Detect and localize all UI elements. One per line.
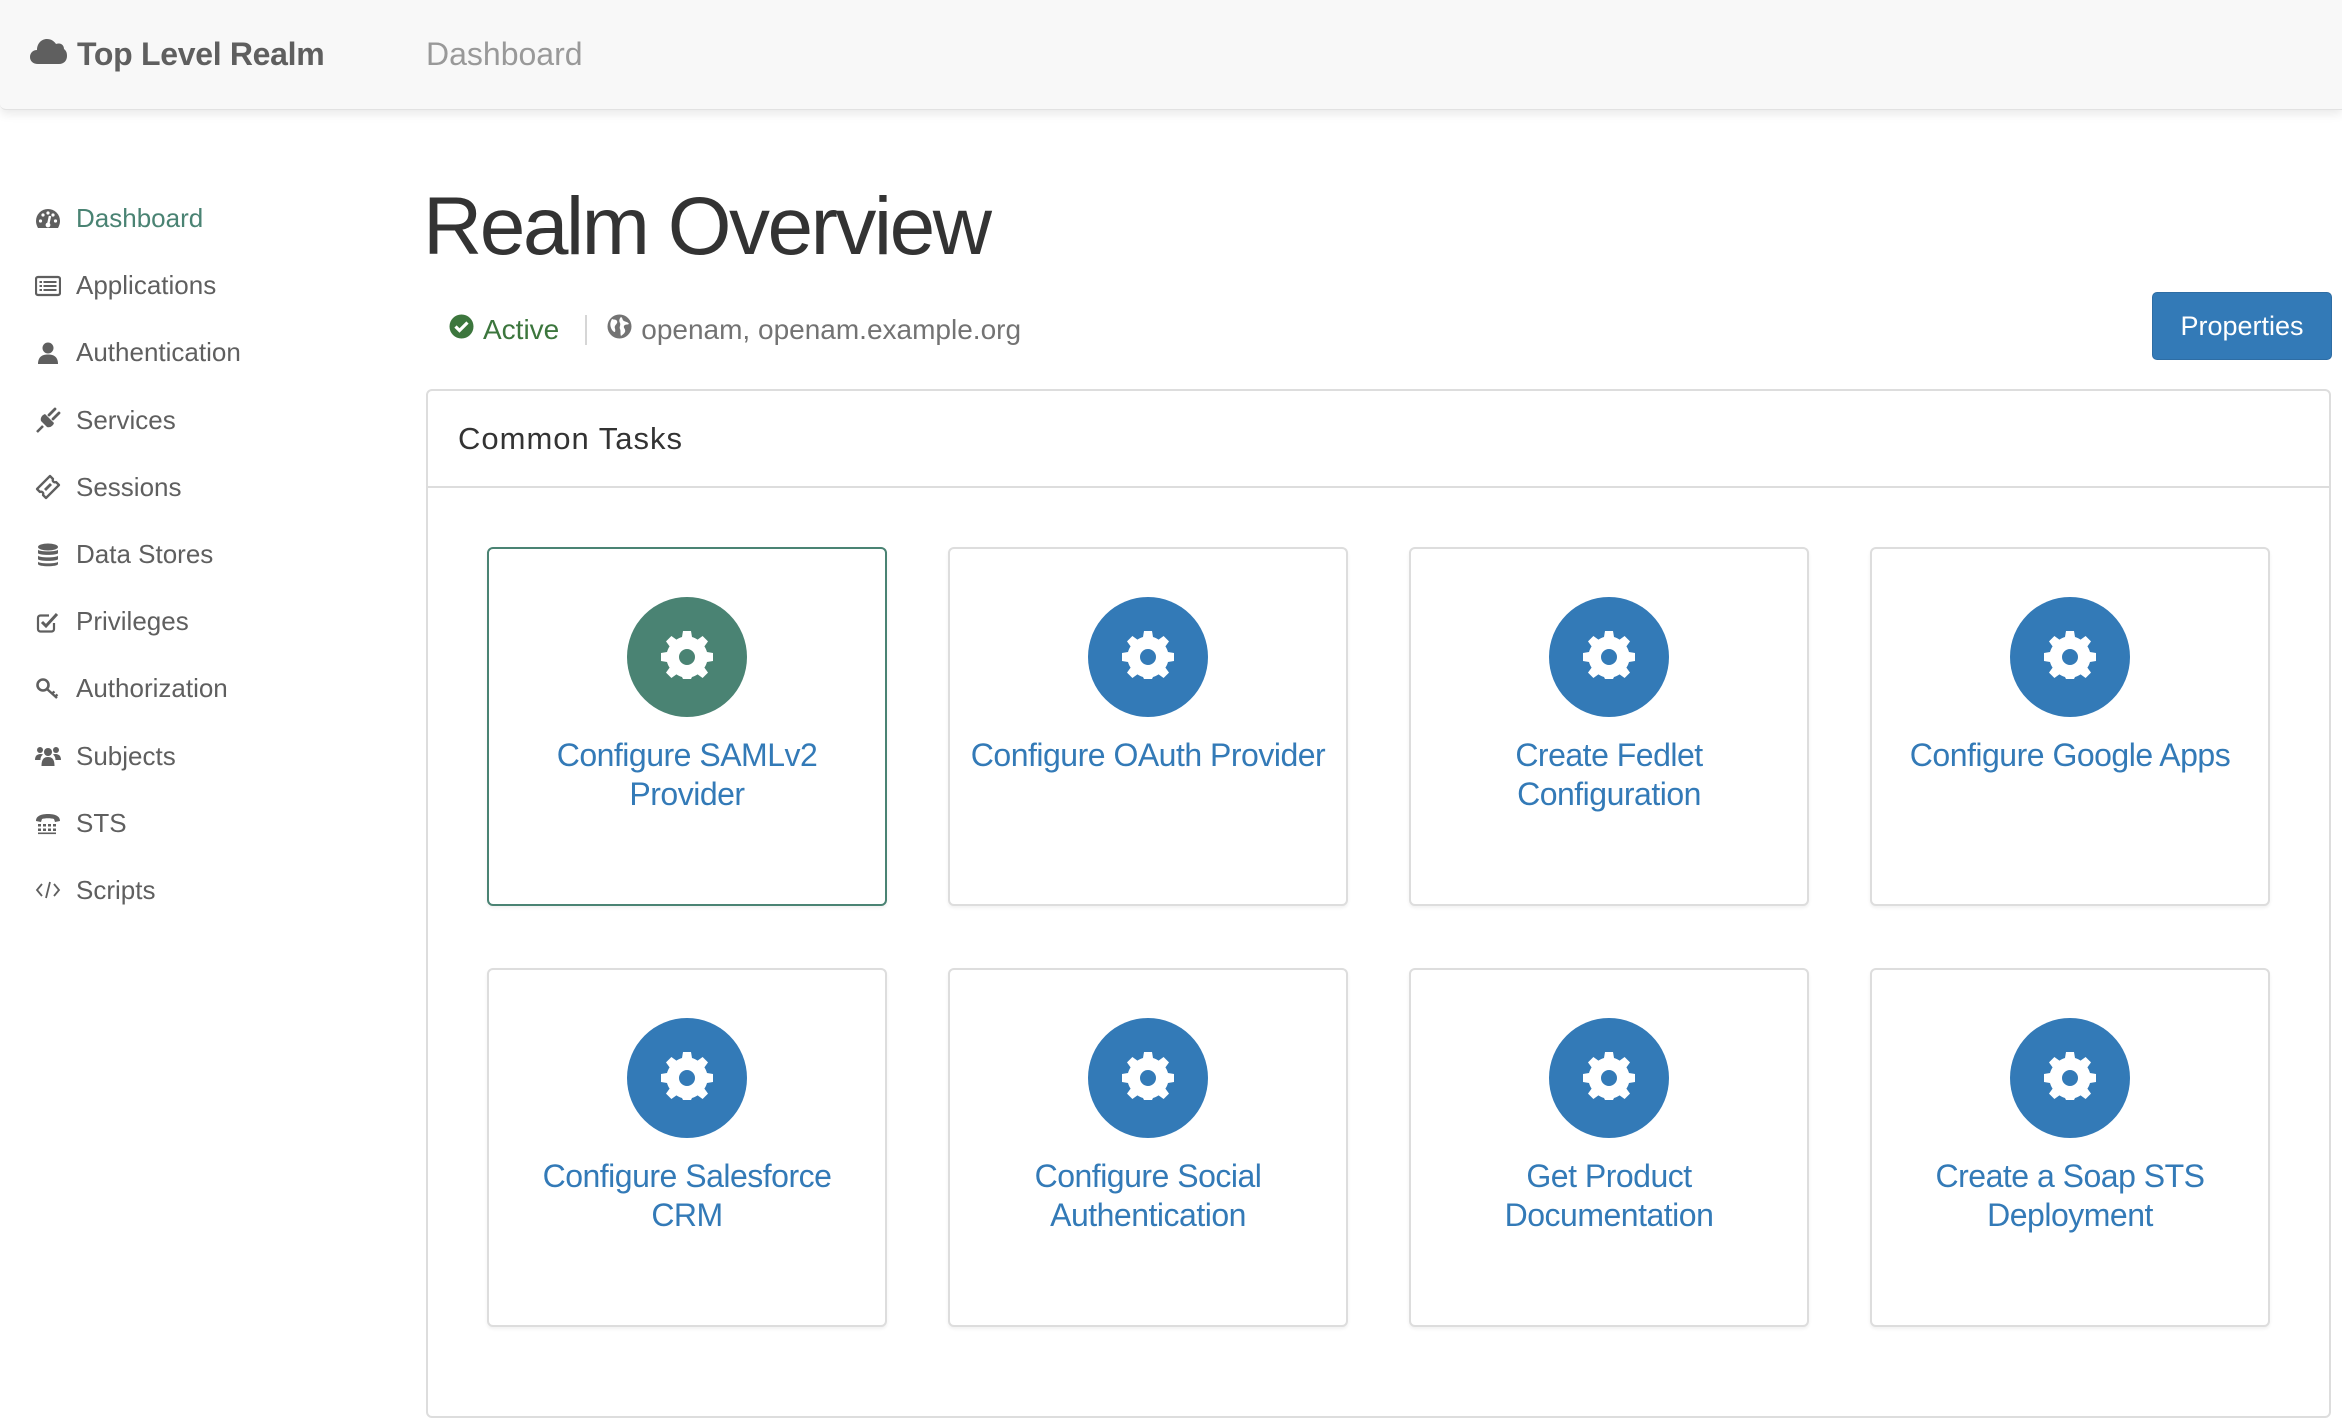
task-card-salesforce[interactable]: Configure Salesforce CRM <box>487 968 887 1327</box>
top-navbar: Top Level Realm Dashboard <box>0 0 2342 110</box>
task-card-fedlet[interactable]: Create Fedlet Configuration <box>1409 547 1809 906</box>
task-card-documentation[interactable]: Get Product Documentation <box>1409 968 1809 1327</box>
sidebar-item-dashboard[interactable]: Dashboard <box>0 185 380 252</box>
sidebar-item-label: Authorization <box>76 673 228 704</box>
brand-title: Top Level Realm <box>77 35 325 72</box>
host-label: openam, openam.example.org <box>641 314 1022 345</box>
user-icon <box>34 339 62 367</box>
task-label: Get Product Documentation <box>1504 1158 1714 1233</box>
top-nav-dashboard[interactable]: Dashboard <box>426 30 583 78</box>
realm-host: openam, openam.example.org <box>607 314 1021 346</box>
sidebar-item-label: Sessions <box>76 471 182 502</box>
gear-icon <box>2010 597 2130 717</box>
key-icon <box>34 675 62 703</box>
sidebar-item-authentication[interactable]: Authentication <box>0 319 380 386</box>
sidebar-item-privileges[interactable]: Privileges <box>0 588 380 655</box>
globe-icon <box>607 314 641 346</box>
list-alt-icon <box>34 272 62 300</box>
task-label: Configure Social Authentication <box>1034 1158 1262 1233</box>
task-label: Configure Google Apps <box>1909 737 2231 773</box>
task-grid: Configure SAMLv2 Provider Configure OAut… <box>487 547 2270 1327</box>
task-label: Configure SAMLv2 Provider <box>556 737 818 812</box>
sidebar-item-applications[interactable]: Applications <box>0 252 380 319</box>
sidebar-item-label: Privileges <box>76 606 189 637</box>
gear-icon <box>1549 1018 1669 1138</box>
task-label: Create Fedlet Configuration <box>1515 737 1703 812</box>
page-title: Realm Overview <box>423 181 992 272</box>
properties-button[interactable]: Properties <box>2152 292 2332 360</box>
panel-heading: Common Tasks <box>428 391 2329 488</box>
sidebar-item-sessions[interactable]: Sessions <box>0 454 380 521</box>
dashboard-icon <box>34 205 62 233</box>
check-square-icon <box>34 608 62 636</box>
sidebar-item-label: STS <box>76 807 127 838</box>
task-label: Create a Soap STS Deployment <box>1935 1158 2205 1233</box>
gear-icon <box>1549 597 1669 717</box>
sidebar-item-sts[interactable]: STS <box>0 790 380 857</box>
realm-meta: Active openam, openam.example.org <box>449 310 1021 350</box>
gear-icon <box>627 597 747 717</box>
phone-icon <box>34 809 62 837</box>
task-label: Configure OAuth Provider <box>970 737 1326 773</box>
sidebar-item-label: Services <box>76 404 176 435</box>
code-icon <box>34 876 62 904</box>
database-icon <box>34 541 62 569</box>
task-card-google-apps[interactable]: Configure Google Apps <box>1870 547 2270 906</box>
common-tasks-panel: Common Tasks Configure SAMLv2 Provider C… <box>426 389 2331 1418</box>
task-card-soap-sts[interactable]: Create a Soap STS Deployment <box>1870 968 2270 1327</box>
task-card-oauth[interactable]: Configure OAuth Provider <box>948 547 1348 906</box>
gear-icon <box>1088 1018 1208 1138</box>
gear-icon <box>1088 597 1208 717</box>
gear-icon <box>627 1018 747 1138</box>
gear-icon <box>2010 1018 2130 1138</box>
sidebar-item-label: Applications <box>76 270 217 301</box>
task-card-saml[interactable]: Configure SAMLv2 Provider <box>487 547 887 906</box>
status-label: Active <box>483 314 560 345</box>
sidebar-item-subjects[interactable]: Subjects <box>0 723 380 790</box>
sidebar-item-label: Dashboard <box>76 203 204 234</box>
brand-link[interactable]: Top Level Realm <box>30 30 325 78</box>
users-icon <box>34 742 62 770</box>
status-badge: Active <box>449 314 559 346</box>
divider <box>585 315 588 345</box>
sidebar-item-label: Scripts <box>76 874 156 905</box>
task-label: Configure Salesforce CRM <box>542 1158 832 1233</box>
ticket-icon <box>34 473 62 501</box>
plug-icon <box>34 406 62 434</box>
sidebar-item-label: Subjects <box>76 740 176 771</box>
check-circle-icon <box>449 314 483 346</box>
sidebar-item-data-stores[interactable]: Data Stores <box>0 521 380 588</box>
task-card-social-auth[interactable]: Configure Social Authentication <box>948 968 1348 1327</box>
sidebar-item-label: Data Stores <box>76 539 214 570</box>
sidebar-item-authorization[interactable]: Authorization <box>0 655 380 722</box>
sidebar-item-scripts[interactable]: Scripts <box>0 857 380 924</box>
sidebar-item-label: Authentication <box>76 337 241 368</box>
cloud-icon <box>30 36 77 73</box>
sidebar: Dashboard Applications Authentication Se… <box>0 185 380 924</box>
sidebar-item-services[interactable]: Services <box>0 387 380 454</box>
